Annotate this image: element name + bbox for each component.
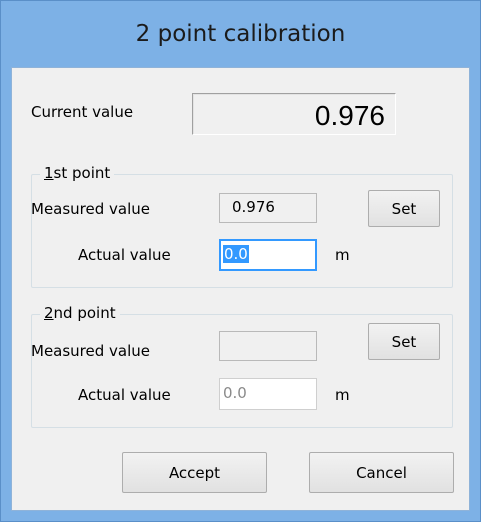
- window-title: 2 point calibration: [135, 21, 346, 47]
- first-set-button[interactable]: Set: [368, 190, 440, 227]
- current-value-text: 0.976: [314, 100, 385, 131]
- first-measured-value-field: 0.976: [219, 193, 317, 223]
- second-point-title-rest: nd point: [53, 304, 116, 322]
- second-point-mnemonic: 2: [44, 304, 54, 322]
- current-value-label: Current value: [31, 103, 134, 121]
- first-actual-label: Actual value: [78, 246, 171, 264]
- first-point-mnemonic: 1: [44, 164, 54, 182]
- second-point-group-title: 2nd point: [40, 304, 120, 322]
- second-actual-value-input[interactable]: 0.0: [219, 378, 317, 410]
- dialog-client-area: Current value 0.976 1st point Measured v…: [11, 67, 470, 511]
- accept-button[interactable]: Accept: [122, 452, 267, 493]
- second-measured-value-field: [219, 331, 317, 361]
- current-value-display: 0.976: [192, 93, 396, 135]
- first-actual-value-input[interactable]: 0.0: [219, 239, 317, 271]
- first-measured-label: Measured value: [31, 200, 151, 218]
- first-point-title-rest: st point: [53, 164, 111, 182]
- second-measured-label: Measured value: [31, 342, 151, 360]
- calibration-dialog: 2 point calibration Current value 0.976 …: [0, 0, 481, 522]
- second-point-group: 2nd point Measured value Set Actual valu…: [31, 304, 453, 428]
- first-point-group-title: 1st point: [40, 164, 115, 182]
- cancel-button[interactable]: Cancel: [309, 452, 454, 493]
- second-actual-label: Actual value: [78, 386, 171, 404]
- first-point-group: 1st point Measured value 0.976 Set Actua…: [31, 164, 453, 288]
- first-actual-value-selection: 0.0: [223, 245, 249, 263]
- second-unit-label: m: [335, 386, 350, 404]
- second-set-button[interactable]: Set: [368, 323, 440, 360]
- first-unit-label: m: [335, 246, 350, 264]
